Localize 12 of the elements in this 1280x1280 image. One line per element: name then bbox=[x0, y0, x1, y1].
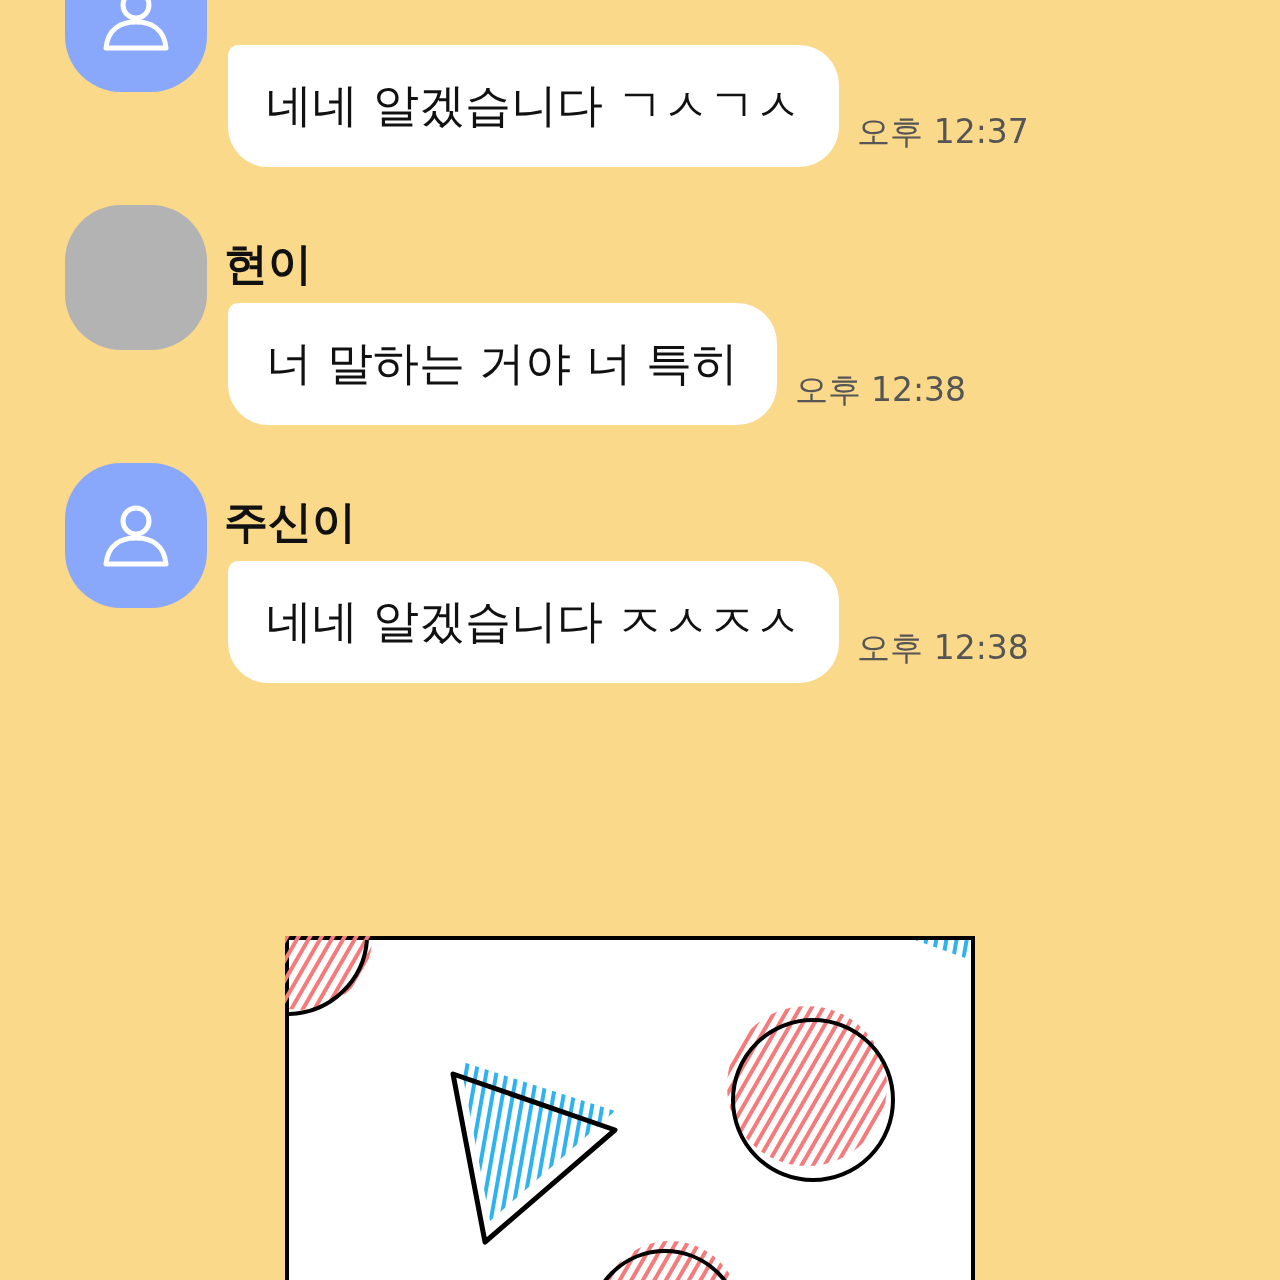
avatar[interactable] bbox=[65, 463, 207, 608]
sender-name: 현이 bbox=[223, 236, 312, 291]
sender-name: 주신이 bbox=[223, 494, 356, 549]
person-icon bbox=[102, 0, 170, 52]
message-bubble: 네네 알겠습니다 ㅈㅅㅈㅅ bbox=[228, 561, 840, 683]
person-icon bbox=[102, 503, 170, 568]
message-time: 오후 12:38 bbox=[794, 369, 967, 411]
message-bubble: 네네 알겠습니다 ㄱㅅㄱㅅ bbox=[228, 45, 840, 167]
message-time: 오후 12:37 bbox=[857, 111, 1029, 153]
avatar[interactable] bbox=[65, 205, 207, 350]
message-bubble: 너 말하는 거야 너 특히 bbox=[228, 303, 777, 425]
message-time: 오후 12:38 bbox=[857, 627, 1029, 669]
